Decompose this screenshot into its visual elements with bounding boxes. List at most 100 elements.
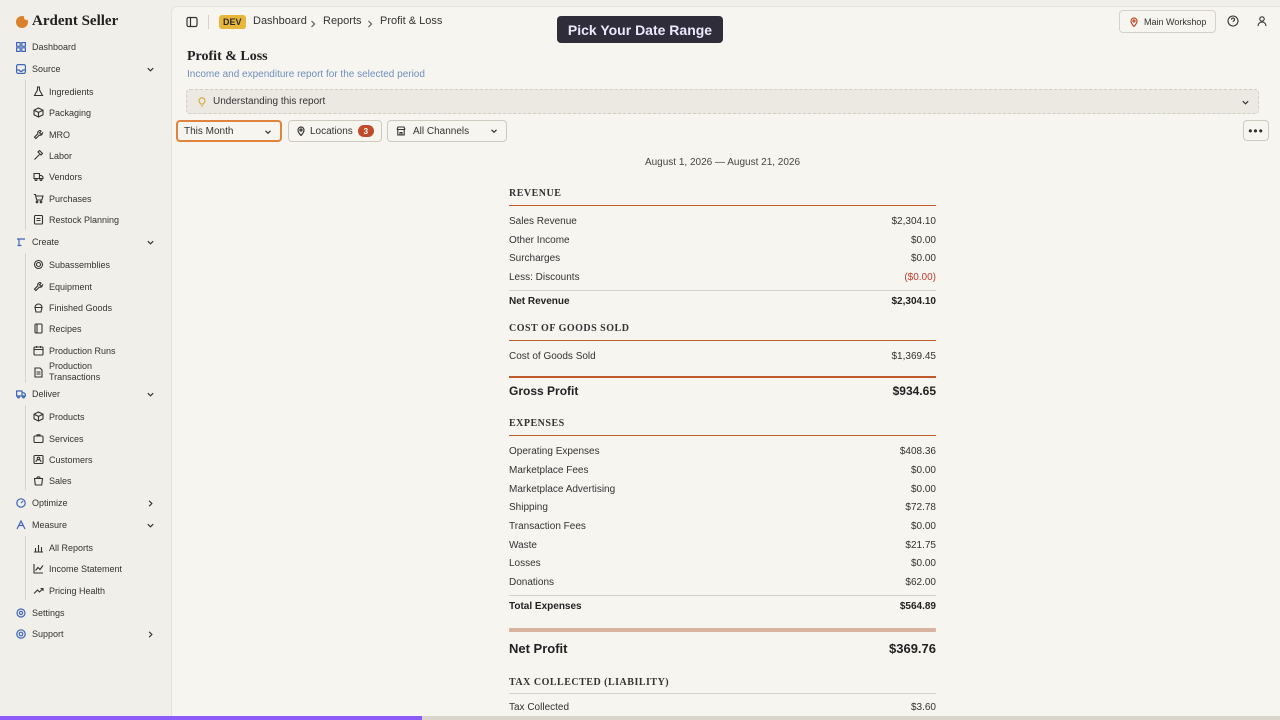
row-value: $0.00 <box>910 558 936 570</box>
flask-icon <box>33 86 44 97</box>
more-options-button[interactable]: ••• <box>1243 120 1269 141</box>
row-label: Waste <box>509 539 537 551</box>
brand[interactable]: Ardent Seller <box>16 13 118 30</box>
sidebar: Ardent Seller Dashboard Source Ingredien… <box>0 0 171 720</box>
row-label: Marketplace Advertising <box>509 483 616 495</box>
sidebar-item-label: Products <box>49 411 85 422</box>
sidebar-item-subassemblies[interactable]: Subassemblies <box>33 259 110 270</box>
row-label: Marketplace Fees <box>509 464 589 476</box>
sidebar-item-finished-goods[interactable]: Finished Goods <box>33 302 112 313</box>
workshop-selector-button[interactable]: Main Workshop <box>1119 10 1216 33</box>
sidebar-section-create[interactable]: Create <box>16 237 59 247</box>
sidebar-item-income-statement[interactable]: Income Statement <box>33 563 122 574</box>
store-icon <box>396 126 406 136</box>
section-rule <box>509 435 936 437</box>
sidebar-section-source[interactable]: Source <box>16 64 61 74</box>
sidebar-item-mro[interactable]: MRO <box>33 129 70 140</box>
sidebar-item-customers[interactable]: Customers <box>33 454 93 465</box>
sidebar-item-recipes[interactable]: Recipes <box>33 323 82 334</box>
sidebar-section-label: Support <box>32 629 64 639</box>
truck-icon <box>16 389 26 399</box>
row-value: $0.00 <box>910 521 936 533</box>
contact-card-icon <box>33 454 44 465</box>
sidebar-section-support[interactable]: Support <box>16 629 64 639</box>
chevron-right-icon[interactable] <box>146 499 155 508</box>
sidebar-item-equipment[interactable]: Equipment <box>33 281 92 292</box>
trend-up-icon <box>33 585 44 596</box>
row-value: $21.75 <box>905 539 936 551</box>
sidebar-toggle-icon[interactable] <box>186 16 198 28</box>
row-value: ($0.00) <box>904 271 936 283</box>
report-row: Operating Expenses $408.36 <box>509 442 936 461</box>
lightbulb-icon <box>197 96 207 107</box>
sidebar-item-label: Labor <box>49 150 73 161</box>
report-row: Marketplace Advertising $0.00 <box>509 480 936 499</box>
sidebar-item-label: Ingredients <box>49 86 94 97</box>
sidebar-item-ingredients[interactable]: Ingredients <box>33 86 94 97</box>
chevron-down-icon[interactable] <box>146 521 155 530</box>
understanding-report-accordion[interactable]: Understanding this report <box>186 89 1259 114</box>
brand-name: Ardent Seller <box>32 13 119 29</box>
chevron-right-icon[interactable] <box>146 630 155 639</box>
chevron-down-icon[interactable] <box>146 65 155 74</box>
tree-guide <box>25 80 26 230</box>
row-value: $2,304.10 <box>891 215 937 227</box>
section-rule <box>509 205 936 206</box>
progress-fill <box>0 716 423 720</box>
sidebar-item-products[interactable]: Products <box>33 411 85 422</box>
gauge-icon <box>16 498 26 508</box>
report-row: Shipping $72.78 <box>509 499 936 518</box>
sidebar-item-labor[interactable]: Labor <box>33 150 72 161</box>
sidebar-item-dashboard[interactable]: Dashboard <box>16 42 76 52</box>
sidebar-item-pricing-health[interactable]: Pricing Health <box>33 585 105 596</box>
briefcase-icon <box>33 433 44 444</box>
row-value: $1,369.45 <box>891 350 937 362</box>
report-row: Marketplace Fees $0.00 <box>509 461 936 480</box>
sidebar-item-all-reports[interactable]: All Reports <box>33 542 93 553</box>
topbar-divider <box>208 15 209 29</box>
row-label: Donations <box>509 577 555 589</box>
chevron-right-icon <box>366 17 374 28</box>
sidebar-item-production-transactions[interactable]: Production Transactions <box>33 361 119 383</box>
breadcrumb-dashboard[interactable]: Dashboard <box>253 15 307 27</box>
sidebar-section-deliver[interactable]: Deliver <box>16 389 60 399</box>
user-icon[interactable] <box>1256 15 1268 27</box>
sidebar-item-purchases[interactable]: Purchases <box>33 193 92 204</box>
chevron-down-icon <box>1241 98 1250 107</box>
sidebar-item-label: Settings <box>32 608 65 618</box>
sidebar-item-restock-planning[interactable]: Restock Planning <box>33 214 119 225</box>
chevron-down-icon <box>490 127 498 135</box>
channels-select[interactable]: All Channels <box>387 120 507 142</box>
row-value: $408.36 <box>899 446 936 458</box>
more-horizontal-icon: ••• <box>1248 123 1264 138</box>
sidebar-item-services[interactable]: Services <box>33 433 84 444</box>
tool-icon <box>16 237 26 247</box>
report-period: August 1, 2026 — August 21, 2026 <box>644 157 801 168</box>
accordion-label: Understanding this report <box>213 96 326 107</box>
sidebar-item-label: Recipes <box>49 323 82 334</box>
sidebar-item-vendors[interactable]: Vendors <box>33 171 82 182</box>
env-badge: DEV <box>219 15 246 29</box>
ruler-icon <box>16 520 26 530</box>
net-revenue-row: Net Revenue $2,304.10 <box>509 291 936 313</box>
sidebar-section-optimize[interactable]: Optimize <box>16 498 68 508</box>
row-value: $934.65 <box>892 384 936 399</box>
chevron-down-icon[interactable] <box>146 390 155 399</box>
sidebar-item-label: Income Statement <box>49 563 123 574</box>
report-row: Transaction Fees $0.00 <box>509 517 936 536</box>
row-label: Operating Expenses <box>509 446 600 458</box>
sidebar-item-settings[interactable]: Settings <box>16 608 65 618</box>
row-label: Total Expenses <box>509 601 582 613</box>
sidebar-item-sales[interactable]: Sales <box>33 475 72 486</box>
page-title: Profit & Loss <box>187 49 268 64</box>
date-range-select[interactable]: This Month <box>176 120 282 142</box>
sidebar-item-production-runs[interactable]: Production Runs <box>33 345 116 356</box>
report-row: Tax Collected $3.60 <box>509 698 936 717</box>
sidebar-item-packaging[interactable]: Packaging <box>33 107 91 118</box>
chevron-down-icon[interactable] <box>146 238 155 247</box>
locations-filter-button[interactable]: Locations 3 <box>288 120 382 142</box>
help-icon[interactable] <box>1227 15 1239 27</box>
tree-guide <box>25 405 26 490</box>
sidebar-section-measure[interactable]: Measure <box>16 520 67 530</box>
breadcrumb-reports[interactable]: Reports <box>323 15 362 27</box>
